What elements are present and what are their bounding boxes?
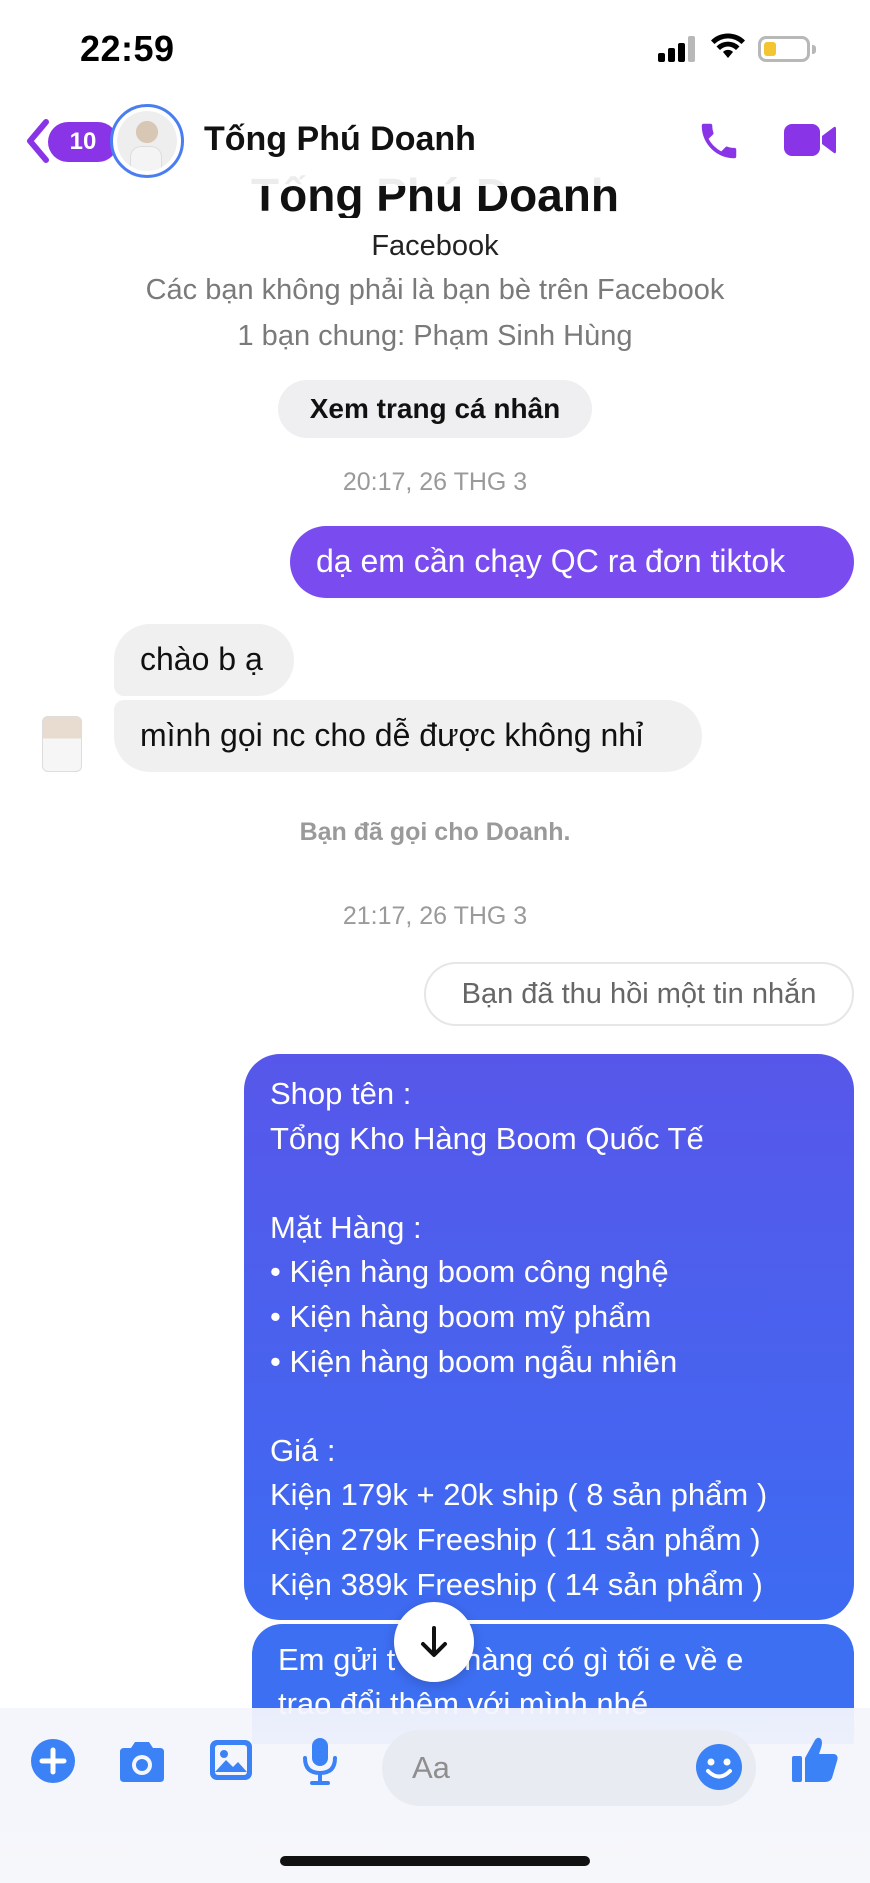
home-indicator <box>280 1856 590 1866</box>
camera-button[interactable] <box>116 1740 168 1789</box>
thumbs-up-icon <box>792 1737 838 1782</box>
view-profile-button[interactable]: Xem trang cá nhân <box>278 380 592 438</box>
chat-header: 10 Tống Phú Doanh <box>0 100 870 186</box>
audio-call-button[interactable] <box>696 118 742 169</box>
video-call-button[interactable] <box>782 120 838 165</box>
microphone-icon <box>303 1738 337 1785</box>
gallery-button[interactable] <box>208 1738 254 1787</box>
outgoing-message[interactable]: dạ em cần chạy QC ra đơn tiktok <box>290 526 854 598</box>
cellular-signal-icon <box>658 36 698 62</box>
recalled-message-notice: Bạn đã thu hồi một tin nhắn <box>424 962 854 1026</box>
battery-icon <box>758 36 816 62</box>
profile-app-label: Facebook <box>371 230 499 262</box>
contact-avatar[interactable] <box>110 104 184 178</box>
sender-avatar[interactable] <box>42 716 82 772</box>
incoming-message[interactable]: chào b ạ <box>114 624 294 696</box>
plus-button[interactable] <box>30 1738 76 1789</box>
voice-record-button[interactable] <box>300 1736 340 1791</box>
back-button[interactable]: 10 <box>24 116 118 166</box>
status-time: 22:59 <box>80 28 175 69</box>
phone-icon <box>701 123 737 159</box>
friend-status-note: Các bạn không phải là bạn bè trên Facebo… <box>145 274 725 306</box>
outgoing-message-shop-info[interactable]: Shop tên : Tổng Kho Hàng Boom Quốc Tế Mặ… <box>244 1054 854 1620</box>
camera-icon <box>120 1742 164 1782</box>
mutual-friends: 1 bạn chung: Phạm Sinh Hùng <box>237 320 633 352</box>
like-button[interactable] <box>790 1734 840 1791</box>
plus-icon <box>31 1739 75 1783</box>
image-icon <box>210 1740 252 1780</box>
incoming-message[interactable]: mình gọi nc cho dễ được không nhỉ <box>114 700 702 772</box>
video-camera-icon <box>784 124 836 156</box>
call-log-note: Bạn đã gọi cho Doanh. <box>299 818 571 846</box>
message-input[interactable] <box>412 1748 652 1788</box>
status-bar: 22:59 <box>0 0 870 100</box>
emoji-icon <box>696 1744 742 1790</box>
contact-name[interactable]: Tống Phú Doanh <box>204 120 476 159</box>
unread-count-badge: 10 <box>48 122 118 162</box>
message-input-container <box>382 1730 756 1806</box>
message-timestamp: 21:17, 26 THG 3 <box>342 902 528 930</box>
message-timestamp: 20:17, 26 THG 3 <box>342 468 528 496</box>
arrow-down-icon <box>421 1626 447 1657</box>
emoji-button[interactable] <box>694 1742 744 1797</box>
scroll-to-bottom-button[interactable] <box>394 1602 474 1682</box>
wifi-icon <box>710 32 746 65</box>
